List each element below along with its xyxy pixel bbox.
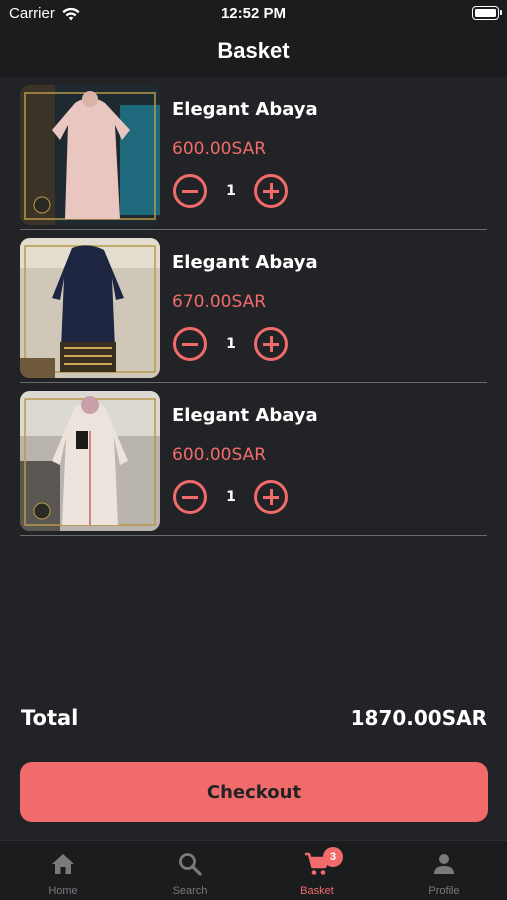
basket-item: Elegant Abaya 600.00SAR 1 bbox=[0, 383, 507, 536]
battery-icon bbox=[472, 6, 502, 20]
tab-search[interactable]: Search bbox=[127, 841, 253, 900]
quantity-value: 1 bbox=[226, 489, 236, 505]
increase-quantity-button[interactable] bbox=[254, 480, 288, 514]
tab-home[interactable]: Home bbox=[0, 841, 126, 900]
decrease-quantity-button[interactable] bbox=[173, 327, 207, 361]
increase-quantity-button[interactable] bbox=[254, 174, 288, 208]
product-image[interactable] bbox=[20, 391, 160, 531]
product-name: Elegant Abaya bbox=[172, 252, 318, 273]
quantity-value: 1 bbox=[226, 183, 236, 199]
tab-label: Search bbox=[172, 885, 208, 897]
minus-icon bbox=[182, 189, 198, 193]
divider bbox=[20, 535, 487, 536]
product-price: 600.00SAR bbox=[172, 139, 267, 159]
tab-basket[interactable]: 3 Basket bbox=[254, 841, 380, 900]
page-title: Basket bbox=[217, 38, 290, 63]
product-image[interactable] bbox=[20, 238, 160, 378]
basket-item: Elegant Abaya 670.00SAR 1 bbox=[0, 230, 507, 383]
tab-label: Profile bbox=[428, 885, 460, 897]
total-label: Total bbox=[21, 706, 79, 730]
product-image[interactable] bbox=[20, 85, 160, 225]
status-bar: Carrier 12:52 PM bbox=[0, 0, 507, 28]
minus-icon bbox=[182, 495, 198, 499]
checkout-button[interactable]: Checkout bbox=[20, 762, 488, 822]
decrease-quantity-button[interactable] bbox=[173, 174, 207, 208]
decrease-quantity-button[interactable] bbox=[173, 480, 207, 514]
cart-count-badge: 3 bbox=[323, 847, 343, 867]
product-name: Elegant Abaya bbox=[172, 99, 318, 120]
person-icon bbox=[434, 854, 454, 874]
home-icon bbox=[52, 854, 74, 874]
product-price: 600.00SAR bbox=[172, 445, 267, 465]
tab-profile[interactable]: Profile bbox=[381, 841, 507, 900]
product-price: 670.00SAR bbox=[172, 292, 267, 312]
status-time: 12:52 PM bbox=[220, 5, 287, 22]
search-icon bbox=[179, 853, 202, 876]
tab-label: Basket bbox=[300, 885, 334, 897]
basket-item: Elegant Abaya 600.00SAR 1 bbox=[0, 77, 507, 230]
quantity-value: 1 bbox=[226, 336, 236, 352]
product-name: Elegant Abaya bbox=[172, 405, 318, 426]
tab-bar: Home Search 3 Basket Profile bbox=[0, 840, 507, 900]
navigation-bar: Basket bbox=[0, 28, 507, 77]
minus-icon bbox=[182, 342, 198, 346]
tab-label: Home bbox=[48, 885, 78, 897]
total-value: 1870.00SAR bbox=[350, 706, 487, 730]
basket-list: Elegant Abaya 600.00SAR 1 Elegant Abaya … bbox=[0, 77, 507, 536]
increase-quantity-button[interactable] bbox=[254, 327, 288, 361]
